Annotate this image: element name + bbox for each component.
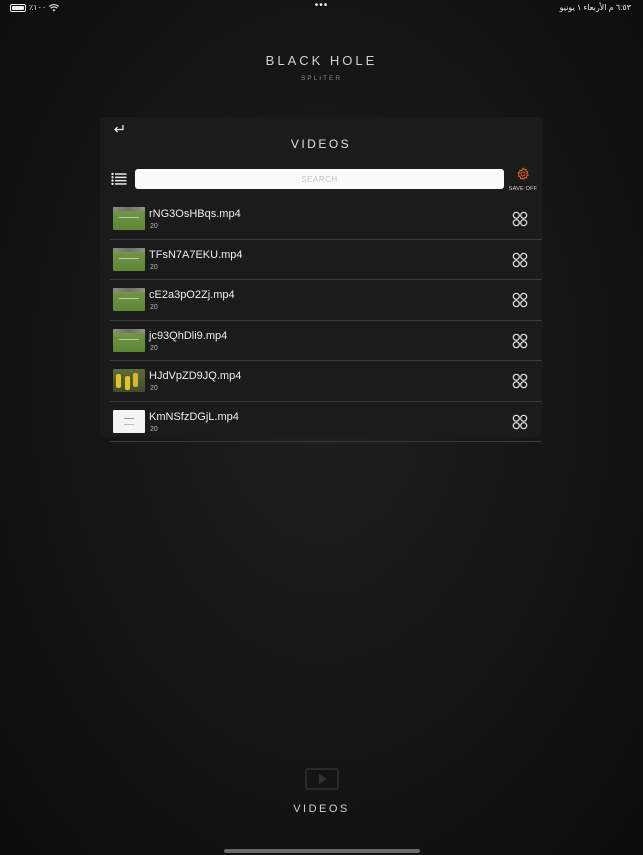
back-button[interactable]: [111, 121, 127, 137]
video-thumbnail: [113, 328, 145, 352]
panel-title: VIDEOS: [290, 137, 352, 151]
list-view-button[interactable]: [111, 172, 127, 186]
return-arrow-icon: [114, 125, 124, 133]
four-circles-icon: [512, 333, 528, 348]
four-circles-icon: [512, 292, 528, 308]
video-row[interactable]: cE2a3pO2Zj.mp4 20: [110, 280, 542, 321]
status-left: ٪١٠٠: [10, 3, 60, 12]
split-video-button[interactable]: [512, 252, 528, 268]
battery-level: ٪١٠٠: [29, 3, 47, 12]
video-thumbnail: [113, 369, 145, 392]
video-row[interactable]: TFsN7A7EKU.mp4 20: [110, 240, 542, 280]
video-thumbnail: [113, 247, 145, 271]
video-list: rNG3OsHBqs.mp4 20 TFsN7A7EKU.mp4 20 cE2a3pO2…: [110, 199, 542, 442]
toolbar: SAVE OFF: [100, 167, 542, 193]
video-row[interactable]: rNG3OsHBqs.mp4 20: [110, 199, 542, 240]
video-filename: TFsN7A7EKU.mp4: [149, 248, 243, 261]
four-circles-icon: [512, 373, 528, 389]
split-video-button[interactable]: [512, 292, 528, 308]
video-duration: 20: [150, 385, 158, 392]
app-screen: ٪١٠٠ ••• ٦:٥٣ م الأربعاء ١ يونيو BLACK H…: [0, 0, 643, 855]
split-video-button[interactable]: [512, 414, 528, 430]
tab-videos[interactable]: VIDEOS: [0, 803, 643, 815]
tab-videos-icon: [304, 768, 339, 790]
video-filename: jc93QhDli9.mp4: [149, 329, 228, 342]
video-thumbnail: [113, 207, 145, 230]
app-header: BLACK HOLE SPLITER: [0, 53, 643, 82]
status-time-date: ٦:٥٣ م الأربعاء ١ يونيو: [559, 3, 631, 12]
search-input[interactable]: [135, 169, 504, 189]
video-filename: KmNSfzDGjL.mp4: [149, 410, 239, 423]
video-row[interactable]: jc93QhDli9.mp4 20: [110, 321, 542, 361]
save-status-label: SAVE OFF: [508, 186, 538, 192]
four-circles-icon: [512, 211, 528, 227]
four-circles-icon: [512, 414, 528, 429]
multitasking-dots[interactable]: •••: [315, 0, 329, 11]
video-row[interactable]: HJdVpZD9JQ.mp4 20: [110, 361, 542, 402]
save-settings-button[interactable]: SAVE OFF: [508, 167, 538, 192]
video-duration: 20: [150, 263, 158, 271]
split-video-button[interactable]: [512, 333, 528, 349]
split-video-button[interactable]: [512, 211, 528, 227]
video-row[interactable]: KmNSfzDGjL.mp4 20: [110, 402, 542, 442]
battery-icon: [10, 3, 26, 12]
wifi-icon: [49, 3, 60, 11]
home-indicator[interactable]: [223, 849, 420, 853]
video-thumbnail: [113, 409, 145, 433]
video-thumbnail: [113, 288, 145, 311]
status-bar: ٪١٠٠ ••• ٦:٥٣ م الأربعاء ١ يونيو: [0, 0, 643, 16]
video-duration: 20: [150, 425, 158, 433]
list-icon: [111, 172, 127, 186]
app-title: BLACK HOLE: [265, 53, 378, 68]
video-duration: 20: [150, 344, 158, 352]
video-duration: 20: [150, 223, 158, 230]
four-circles-icon: [512, 252, 528, 267]
video-filename: cE2a3pO2Zj.mp4: [149, 289, 235, 301]
video-filename: rNG3OsHBqs.mp4: [149, 208, 241, 220]
gear-icon: [517, 167, 530, 181]
video-duration: 20: [150, 304, 158, 311]
videos-panel: VIDEOS SEARCH SAVE OFF rNG3OsHBqs.mp4 20…: [100, 117, 542, 442]
app-subtitle: SPLITER: [300, 75, 343, 82]
video-filename: HJdVpZD9JQ.mp4: [149, 370, 242, 382]
split-video-button[interactable]: [512, 373, 528, 389]
